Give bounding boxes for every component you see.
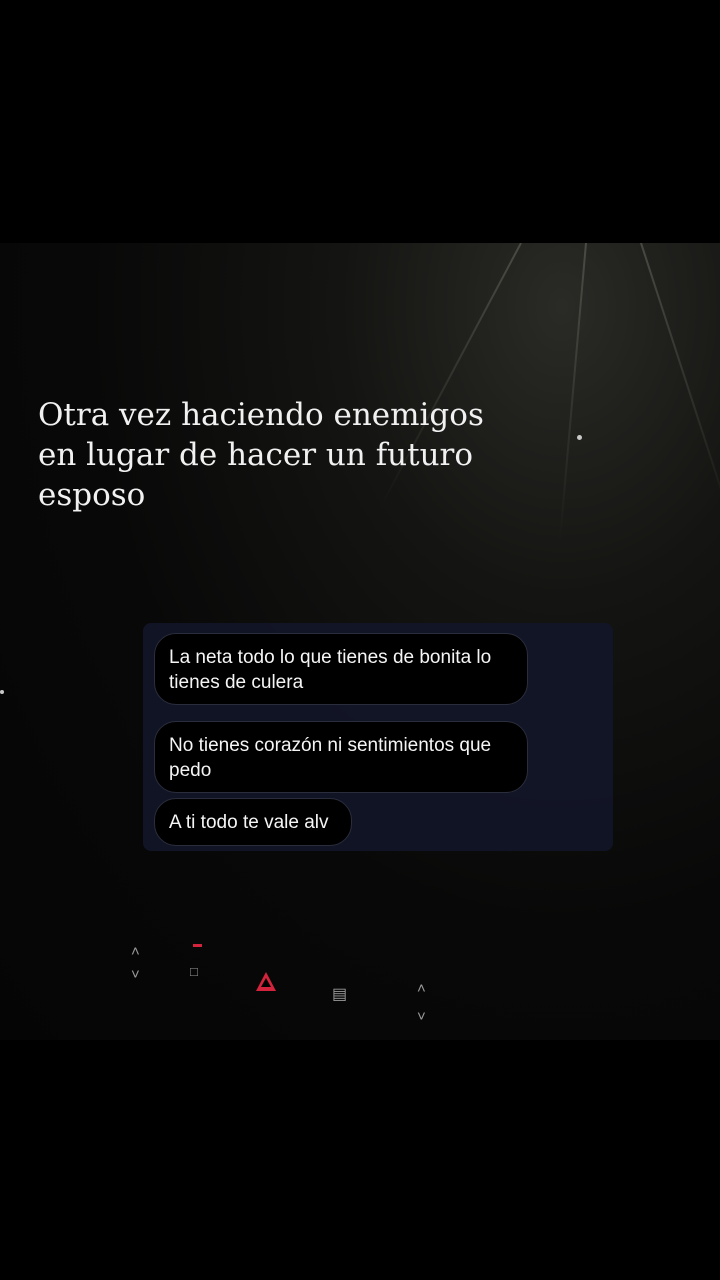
message-bubble: No tienes corazón ni sentimientos que pe… — [154, 721, 528, 793]
message-bubble: La neta todo lo que tienes de bonita lo … — [154, 633, 528, 705]
overlay-caption: Otra vez haciendo enemigos en lugar de h… — [38, 397, 484, 513]
indicator-light — [193, 944, 202, 947]
chevron-up-icon: ˄ — [417, 980, 426, 997]
chevron-down-icon: ˅ — [131, 966, 140, 983]
light-beam — [558, 243, 587, 542]
light-beam — [640, 243, 720, 529]
dashboard-light — [577, 435, 582, 440]
dashboard-light — [0, 690, 4, 694]
message-bubble: A ti todo te vale alv — [154, 798, 352, 846]
lock-icon: □ — [190, 964, 198, 979]
hazard-icon — [256, 972, 276, 991]
chevron-down-icon: ˅ — [417, 1008, 426, 1025]
chevron-up-icon: ˄ — [131, 943, 140, 960]
defrost-icon: ▤ — [332, 986, 348, 1003]
